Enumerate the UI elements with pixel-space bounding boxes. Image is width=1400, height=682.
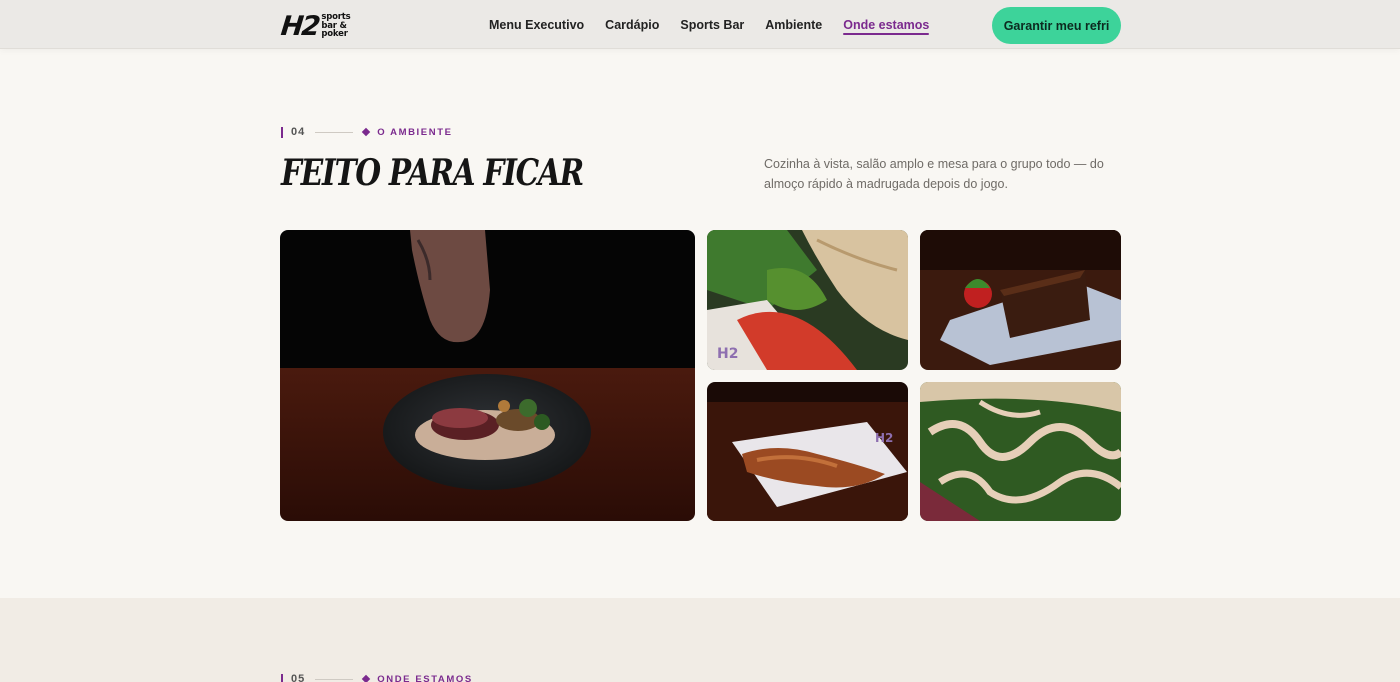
nav-item-cardapio[interactable]: Cardápio xyxy=(605,0,659,49)
section-number: 04 xyxy=(291,126,306,138)
eyebrow-bar xyxy=(281,126,283,138)
logo[interactable]: H2 sports bar & poker xyxy=(279,10,371,42)
nav-item-onde-estamos[interactable]: Onde estamos xyxy=(843,0,930,49)
eyebrow-bar xyxy=(281,673,283,682)
section-eyebrow-05: 05 ONDE ESTAMOS xyxy=(281,673,473,682)
logo-word-poker: poker xyxy=(321,29,348,40)
dessert-photo-image xyxy=(920,230,1121,370)
sandwich-photo-image: H2 xyxy=(707,230,908,370)
diamond-icon xyxy=(362,127,371,137)
logo-mark: H2 xyxy=(279,10,321,42)
section-label: ONDE ESTAMOS xyxy=(377,673,473,682)
nav-item-sports-bar[interactable]: Sports Bar xyxy=(680,0,744,49)
nav-item-ambiente[interactable]: Ambiente xyxy=(765,0,822,49)
section-title: FEITO PARA FICAR xyxy=(281,152,584,194)
main-nav: Menu Executivo Cardápio Sports Bar Ambie… xyxy=(489,0,950,49)
cta-button[interactable]: Garantir meu refri xyxy=(992,7,1121,44)
logo-wordmark: sports bar & poker xyxy=(321,13,350,40)
diamond-icon xyxy=(362,674,371,682)
gallery-photo-dessert[interactable] xyxy=(920,230,1121,370)
gallery-photo-cutlet[interactable]: H2 xyxy=(707,382,908,521)
svg-text:H2: H2 xyxy=(717,346,738,362)
site-header: H2 sports bar & poker Menu Executivo Car… xyxy=(0,0,1400,49)
section-number: 05 xyxy=(291,673,306,682)
gallery-photo-sandwich[interactable]: H2 xyxy=(707,230,908,370)
eyebrow-divider xyxy=(315,131,354,133)
cutlet-photo-image: H2 xyxy=(707,382,908,521)
section-label: O AMBIENTE xyxy=(377,126,453,138)
steak-photo-image xyxy=(280,230,695,521)
gallery-photo-wrap[interactable] xyxy=(920,382,1121,521)
section-description: Cozinha à vista, salão amplo e mesa para… xyxy=(764,157,1104,191)
svg-text:H2: H2 xyxy=(875,431,893,445)
gallery-photo-steak[interactable] xyxy=(280,230,695,521)
section-eyebrow: 04 O AMBIENTE xyxy=(281,126,453,138)
eyebrow-divider xyxy=(315,678,354,680)
section-onde-estamos: 05 ONDE ESTAMOS xyxy=(0,598,1400,682)
wrap-photo-image xyxy=(920,382,1121,521)
nav-item-menu-executivo[interactable]: Menu Executivo xyxy=(489,0,584,49)
